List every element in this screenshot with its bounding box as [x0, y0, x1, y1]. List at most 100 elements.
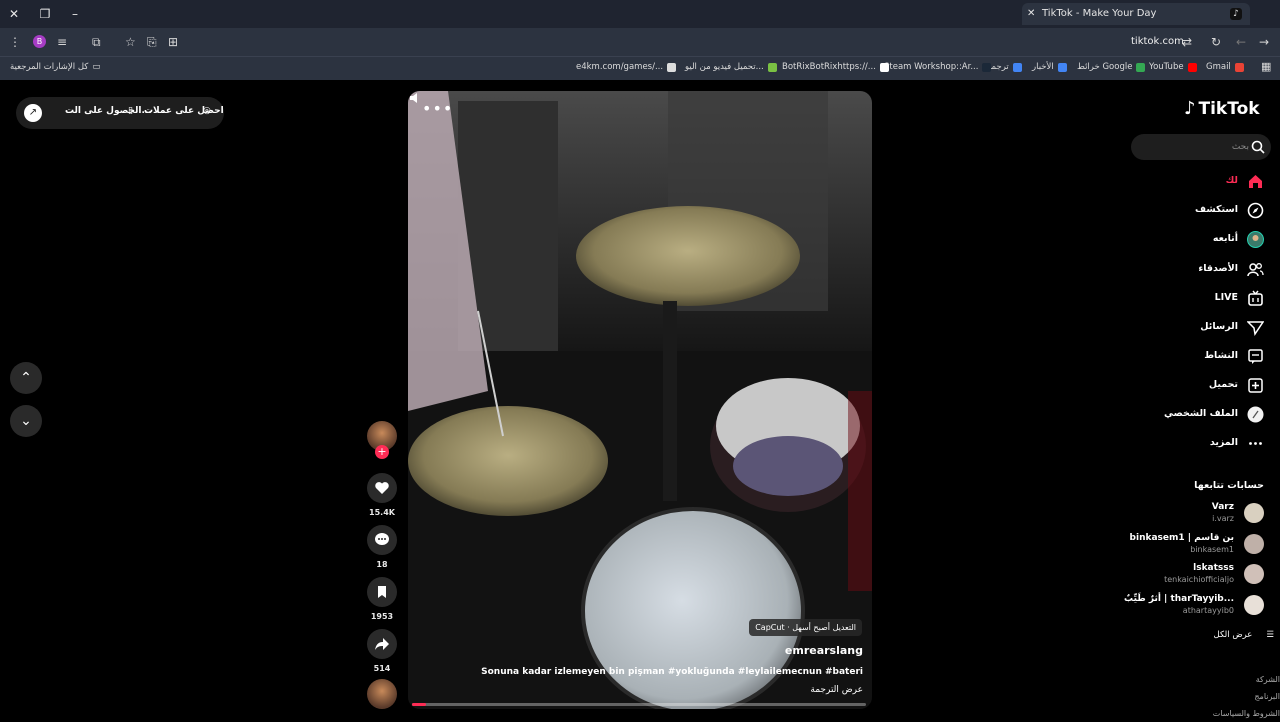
- music-disc-avatar[interactable]: [367, 679, 397, 709]
- save-button[interactable]: [367, 577, 397, 607]
- reload-icon[interactable]: ↻: [1211, 34, 1221, 50]
- like-button[interactable]: [367, 473, 397, 503]
- sidebar-nav-item[interactable]: الأصدقاء: [1130, 258, 1270, 282]
- more-icon: [1249, 442, 1262, 445]
- sidebar-nav-label: الملف الشخصي: [1163, 408, 1238, 419]
- get-app-button[interactable]: الحصول على الت...: [65, 106, 152, 116]
- share-count: 514: [373, 664, 391, 673]
- live-icon: [1248, 290, 1263, 306]
- get-app-pill: ↗ الحصول على الت... ▯ احصل على عملات ◎: [16, 97, 224, 129]
- phone-icon: ▯: [128, 106, 133, 116]
- bookmark-label: YouTube: [1149, 62, 1184, 72]
- capcut-badge[interactable]: CapCut · التعديل أصبح أسهل: [749, 619, 862, 636]
- more-options-icon[interactable]: •••: [422, 99, 453, 118]
- media-control-icon[interactable]: ≡: [57, 34, 67, 50]
- search-input[interactable]: [1141, 139, 1249, 155]
- video-progress-bar[interactable]: [412, 703, 866, 706]
- account-avatar: [1244, 595, 1264, 615]
- minimize-window-icon[interactable]: –: [66, 5, 84, 23]
- bookmark-label: BotRixBotRixhttps://...: [782, 62, 876, 72]
- bookmark-item[interactable]: BotRixBotRixhttps://...: [782, 62, 889, 72]
- following-accounts-title: حسابات تتابعها: [1194, 480, 1264, 491]
- video-author[interactable]: emrearslang: [785, 644, 863, 657]
- sidebar-nav-label: الرسائل: [1200, 321, 1238, 332]
- tiktok-logo-text: TikTok: [1198, 98, 1260, 119]
- account-name: lskatsss: [1193, 563, 1234, 573]
- bookmark-item[interactable]: e4km.com/games/...: [576, 62, 677, 72]
- account-handle: binkasem1: [1190, 545, 1234, 554]
- tiktok-note-icon: ♪: [1184, 98, 1196, 119]
- bookmark-item[interactable]: Gmail: [1206, 62, 1244, 72]
- see-translation-link[interactable]: عرض الترجمة: [810, 685, 863, 695]
- translate-page-icon[interactable]: ⊞: [168, 34, 178, 50]
- next-video-button[interactable]: ⌄: [10, 405, 42, 437]
- upload-icon: [1248, 378, 1263, 393]
- search-bar: [1131, 134, 1271, 160]
- profile-avatar[interactable]: B: [33, 35, 46, 48]
- tab-close-icon[interactable]: ✕: [1027, 3, 1035, 25]
- bookmark-item[interactable]: Steam Workshop::Ar...: [884, 62, 992, 72]
- sidebar-nav-item[interactable]: تحميل: [1130, 374, 1270, 398]
- share-button[interactable]: [367, 629, 397, 659]
- comment-button[interactable]: [367, 525, 397, 555]
- forward-icon[interactable]: ←: [1236, 34, 1246, 50]
- following-account[interactable]: binkasem1 | بن قاسم binkasem1: [1120, 532, 1266, 558]
- video-player[interactable]: ••• CapCut · التعديل أصبح أسهل emrearsla…: [408, 91, 872, 709]
- apps-grid-icon[interactable]: ▦: [1261, 60, 1271, 73]
- sidebar-nav-label: استكشف: [1195, 204, 1238, 215]
- footer-link[interactable]: البرنامج: [1213, 688, 1280, 705]
- pwa-install-icon[interactable]: ↗: [24, 104, 42, 122]
- see-all-button[interactable]: عرض الكل ☰: [1214, 630, 1274, 640]
- profile-icon: [1247, 406, 1264, 423]
- account-name: أثرٌ طَيِّبٌ | tharTayyib...: [1124, 594, 1234, 604]
- video-frame: [408, 91, 872, 709]
- sidebar-nav-item[interactable]: لك: [1130, 170, 1270, 194]
- compass-icon: [1247, 202, 1264, 219]
- bookmark-item[interactable]: YouTube: [1149, 62, 1197, 72]
- bookmark-label: تحميل فيديو من اليو...: [685, 62, 764, 72]
- address-bar[interactable]: tiktok.com: [1131, 36, 1184, 47]
- list-icon: ☰: [1266, 630, 1274, 640]
- sidebar-nav-item[interactable]: المزيد: [1130, 432, 1270, 456]
- tiktok-logo[interactable]: ♪ TikTok: [1184, 98, 1260, 119]
- extensions-icon[interactable]: ⧉: [92, 34, 101, 50]
- site-settings-icon[interactable]: ⇄: [1182, 34, 1192, 50]
- following-account[interactable]: أثرٌ طَيِّبٌ | tharTayyib... athartayyib0: [1120, 593, 1266, 619]
- back-icon[interactable]: →: [1259, 34, 1269, 50]
- follow-plus-icon[interactable]: +: [375, 445, 389, 459]
- bookmark-item[interactable]: الأخبار: [1032, 62, 1067, 72]
- sidebar-nav-label: الأصدقاء: [1198, 263, 1238, 274]
- restore-window-icon[interactable]: ❐: [36, 5, 54, 23]
- friends-icon: [1247, 263, 1264, 277]
- account-avatar: [1244, 503, 1264, 523]
- search-icon[interactable]: [1251, 140, 1265, 154]
- following-account[interactable]: lskatsss tenkaichiofficialjo: [1120, 562, 1266, 588]
- volume-icon[interactable]: [408, 91, 422, 105]
- screenshot-icon[interactable]: ⎘: [147, 34, 157, 50]
- all-bookmarks[interactable]: كل الإشارات المرجعية ▭: [10, 62, 100, 72]
- bookmark-item[interactable]: ترجمة: [987, 62, 1022, 72]
- browser-tab-bar: ✕ ❐ – + ✕ TikTok - Make Your Day ♪: [0, 0, 1280, 28]
- get-coins-button[interactable]: احصل على عملات: [144, 106, 224, 116]
- close-window-icon[interactable]: ✕: [5, 5, 23, 23]
- sidebar-nav-label: أتابعه: [1212, 233, 1238, 244]
- bookmark-label: خرائط Google: [1077, 62, 1133, 72]
- bookmarks-bar: كل الإشارات المرجعية ▭ Gmail YouTube خرائط…: [0, 56, 1280, 80]
- bookmark-favicon-icon: [982, 62, 992, 72]
- sidebar-nav-item[interactable]: الملف الشخصي: [1130, 403, 1270, 427]
- browser-tab[interactable]: ✕ TikTok - Make Your Day ♪: [1022, 3, 1250, 25]
- sidebar-nav-item[interactable]: النشاط: [1130, 345, 1270, 369]
- sidebar-nav-item[interactable]: أتابعه: [1130, 228, 1270, 252]
- footer-link[interactable]: الشركة: [1213, 671, 1280, 688]
- sidebar-nav-item[interactable]: LIVE: [1130, 287, 1270, 311]
- bookmark-star-icon[interactable]: ☆: [125, 34, 136, 50]
- browser-menu-icon[interactable]: ⋮: [9, 34, 21, 50]
- previous-video-button[interactable]: ⌃: [10, 362, 42, 394]
- footer-link[interactable]: الشروط والسياسات: [1213, 705, 1280, 722]
- sidebar-nav-item[interactable]: الرسائل: [1130, 316, 1270, 340]
- bookmark-item[interactable]: تحميل فيديو من اليو...: [685, 62, 777, 72]
- bookmark-item[interactable]: خرائط Google: [1077, 62, 1146, 72]
- following-account[interactable]: Varz i.varz: [1120, 501, 1266, 527]
- sidebar-nav-item[interactable]: استكشف: [1130, 199, 1270, 223]
- messages-icon: [1247, 321, 1264, 336]
